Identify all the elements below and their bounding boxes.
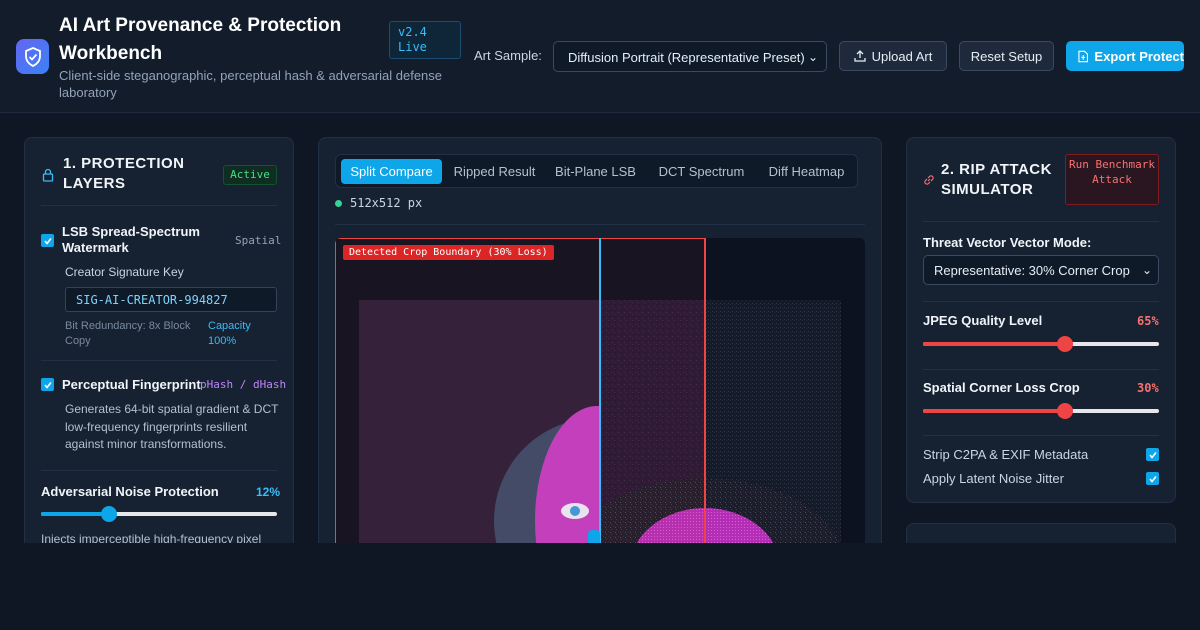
app-subtitle: Client-side steganographic, perceptual h… xyxy=(59,68,443,100)
chevron-down-icon: ⌄ xyxy=(1141,263,1152,277)
rip-attack-panel: 2. RIP ATTACK SIMULATOR Run Benchmark At… xyxy=(906,137,1176,503)
perceptual-fingerprint-checkbox[interactable] xyxy=(41,378,54,391)
divider xyxy=(335,224,865,225)
chevron-down-icon: ⌄ xyxy=(807,50,818,64)
upload-icon xyxy=(853,50,866,62)
threat-vector-value: Representative: 30% Corner Crop xyxy=(934,263,1130,278)
upload-art-label: Upload Art xyxy=(871,48,933,64)
threat-vector-label: Threat Vector Vector Mode: xyxy=(923,235,1092,250)
resolution-text: 512x512 px xyxy=(350,196,423,210)
status-badge: Active xyxy=(223,165,277,185)
divider xyxy=(41,360,277,361)
noise-jitter-checkbox[interactable] xyxy=(1146,472,1159,485)
app-title: AI Art Provenance & Protection Workbench xyxy=(59,15,342,64)
art-sample-value: Diffusion Portrait (Representative Prese… xyxy=(568,50,805,65)
jpeg-quality-slider[interactable] xyxy=(923,336,1159,352)
art-preview-image xyxy=(335,238,865,556)
bit-redundancy-text: Bit Redundancy: 8x Block Copy xyxy=(65,320,191,347)
adversarial-noise-label: Adversarial Noise Protection xyxy=(41,484,219,499)
tab-ripped-result[interactable]: Ripped Result xyxy=(447,159,542,184)
divider xyxy=(41,205,277,206)
lsb-tag: Spatial xyxy=(235,234,282,247)
adversarial-noise-value: 12% xyxy=(256,485,281,499)
file-export-icon xyxy=(1078,50,1089,62)
export-protect-button[interactable]: Export Protect xyxy=(1066,41,1184,71)
threat-vector-select[interactable]: Representative: 30% Corner Crop ⌄ xyxy=(923,255,1159,285)
view-mode-tabs: Split Compare Ripped Result Bit-Plane LS… xyxy=(335,154,858,188)
jpeg-quality-value: 65% xyxy=(1137,314,1159,328)
capacity-text: Capacity 100% xyxy=(208,320,251,347)
fingerprint-tag: pHash / dHash xyxy=(200,378,287,391)
tab-bit-plane-lsb[interactable]: Bit-Plane LSB xyxy=(548,159,643,184)
divider xyxy=(41,470,277,471)
reset-setup-button[interactable]: Reset Setup xyxy=(959,41,1054,71)
strip-metadata-checkbox[interactable] xyxy=(1146,448,1159,461)
status-dot-icon xyxy=(335,199,342,207)
slider-thumb[interactable] xyxy=(101,506,118,522)
shield-logo-icon xyxy=(16,39,49,74)
page-background xyxy=(0,543,1200,630)
divider xyxy=(923,369,1159,370)
slider-thumb[interactable] xyxy=(1056,403,1073,419)
creator-key-input[interactable]: SIG-AI-CREATOR-994827 xyxy=(65,287,277,312)
version-badge: v2.4 Live xyxy=(389,21,461,59)
art-canvas[interactable] xyxy=(335,238,865,556)
corner-crop-value: 30% xyxy=(1137,381,1159,395)
upload-art-button[interactable]: Upload Art xyxy=(839,41,947,71)
export-protect-label: Export Protect xyxy=(1094,48,1184,64)
adversarial-noise-slider[interactable] xyxy=(41,506,277,522)
divider xyxy=(923,221,1159,222)
divider xyxy=(923,435,1159,436)
protection-layers-title: 1. PROTECTION LAYERS xyxy=(63,155,185,192)
corner-crop-label: Spatial Corner Loss Crop xyxy=(923,380,1080,395)
tab-diff-heatmap[interactable]: Diff Heatmap xyxy=(759,159,854,184)
crop-boundary-label: Detected Crop Boundary (30% Loss) xyxy=(343,245,554,260)
creator-key-label: Creator Signature Key xyxy=(65,265,184,279)
slider-fill xyxy=(41,512,110,516)
jpeg-quality-label: JPEG Quality Level xyxy=(923,313,1043,328)
lsb-watermark-checkbox[interactable] xyxy=(41,234,54,247)
tab-dct-spectrum[interactable]: DCT Spectrum xyxy=(649,159,754,184)
perceptual-fingerprint-title: Perceptual Fingerprint xyxy=(62,377,201,392)
lock-icon xyxy=(42,168,54,182)
protection-layers-panel: 1. PROTECTION LAYERS Active LSB Spread-S… xyxy=(24,137,294,557)
reset-setup-label: Reset Setup xyxy=(970,48,1043,64)
app-header: AI Art Provenance & Protection Workbench… xyxy=(0,0,1200,113)
divider xyxy=(923,301,1159,302)
fingerprint-description: Generates 64-bit spatial gradient & DCT … xyxy=(65,402,279,451)
tab-split-compare[interactable]: Split Compare xyxy=(341,159,442,184)
noise-jitter-label: Apply Latent Noise Jitter xyxy=(923,471,1064,486)
run-benchmark-button[interactable]: Run Benchmark Attack xyxy=(1065,154,1159,205)
art-sample-select[interactable]: Diffusion Portrait (Representative Prese… xyxy=(553,41,827,72)
art-sample-label: Art Sample: xyxy=(474,48,542,63)
slider-thumb[interactable] xyxy=(1056,336,1073,352)
corner-crop-slider[interactable] xyxy=(923,403,1159,419)
viewer-panel: Split Compare Ripped Result Bit-Plane LS… xyxy=(318,137,882,557)
slider-fill xyxy=(923,409,1065,413)
rip-attack-title: 2. RIP ATTACK SIMULATOR xyxy=(941,161,1052,198)
resolution-indicator: 512x512 px xyxy=(335,196,422,210)
slider-fill xyxy=(923,342,1065,346)
link-icon xyxy=(924,175,934,185)
strip-metadata-label: Strip C2PA & EXIF Metadata xyxy=(923,447,1089,462)
lsb-watermark-title: LSB Spread-Spectrum Watermark xyxy=(62,224,200,255)
